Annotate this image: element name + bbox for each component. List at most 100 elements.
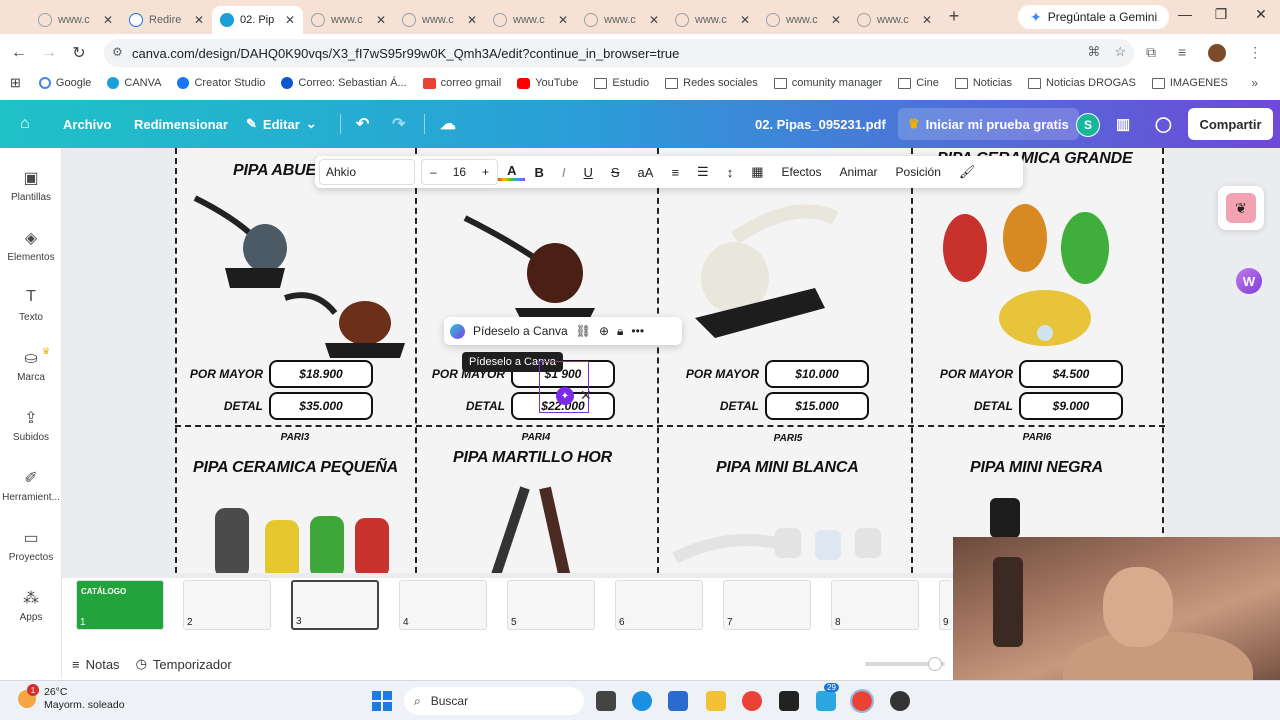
- redo-icon[interactable]: ↷: [392, 100, 405, 148]
- rail-marca[interactable]: ♛ ⛀ Marca: [0, 346, 62, 383]
- font-selector[interactable]: Ahkio: [319, 159, 415, 185]
- spacing-icon[interactable]: ↕: [718, 165, 743, 180]
- product-title[interactable]: PIPA MARTILLO HOR: [453, 449, 612, 467]
- italic-icon[interactable]: I: [553, 165, 575, 180]
- more-menu-icon[interactable]: ⋮: [1248, 44, 1262, 62]
- price-detal[interactable]: $15.000: [765, 392, 869, 420]
- forward-icon[interactable]: →: [34, 44, 64, 62]
- close-tab-icon[interactable]: ✕: [194, 13, 204, 27]
- capcut-icon[interactable]: [779, 691, 799, 711]
- profile-avatar[interactable]: [1208, 44, 1227, 62]
- close-tab-icon[interactable]: ✕: [285, 13, 295, 27]
- store-icon[interactable]: [668, 691, 688, 711]
- menu-redimensionar[interactable]: Redimensionar: [134, 100, 228, 148]
- new-tab-button[interactable]: +: [940, 6, 968, 34]
- close-tab-icon[interactable]: ✕: [103, 13, 113, 27]
- underline-icon[interactable]: U: [574, 165, 601, 180]
- close-window-icon[interactable]: ✕: [1238, 6, 1280, 23]
- close-tab-icon[interactable]: ✕: [740, 13, 750, 27]
- close-tab-icon[interactable]: ✕: [467, 13, 477, 27]
- bookmark-folder[interactable]: Noticias DROGAS: [1027, 77, 1136, 89]
- browser-tab-active[interactable]: 02. Pip ✕: [212, 6, 303, 34]
- bookmark-folder[interactable]: Estudio: [594, 77, 649, 89]
- more-options-icon[interactable]: •••: [631, 324, 644, 338]
- translate-icon[interactable]: ⌘: [1087, 44, 1100, 60]
- extensions-icon[interactable]: ⧉: [1146, 44, 1156, 62]
- font-size-value[interactable]: 16: [445, 165, 474, 179]
- share-button[interactable]: Compartir: [1188, 108, 1273, 140]
- price-detal[interactable]: $35.000: [269, 392, 373, 420]
- browser-tab[interactable]: www.c ✕: [394, 6, 485, 34]
- bookmark-youtube[interactable]: YouTube: [517, 77, 578, 89]
- close-tab-icon[interactable]: ✕: [649, 13, 659, 27]
- price-mayor[interactable]: $18.900: [269, 360, 373, 388]
- browser-tab[interactable]: www.c ✕: [667, 6, 758, 34]
- url-bar[interactable]: ⚙ canva.com/design/DAHQ0K90vqs/X3_fI7wS9…: [104, 39, 1134, 67]
- bookmark-google[interactable]: Google: [38, 77, 91, 89]
- notes-button[interactable]: ≡ Notas: [72, 657, 120, 672]
- gemini-button[interactable]: ✦ Pregúntale a Gemini: [1018, 5, 1170, 29]
- menu-editar[interactable]: ✎ Editar ⌄: [246, 100, 317, 148]
- home-icon[interactable]: ⌂: [20, 100, 30, 148]
- close-tab-icon[interactable]: ✕: [376, 13, 386, 27]
- rail-texto[interactable]: T Texto: [0, 288, 62, 323]
- strikethrough-icon[interactable]: S: [602, 165, 629, 180]
- undo-icon[interactable]: ↶: [356, 100, 369, 148]
- user-avatar[interactable]: S: [1076, 113, 1100, 137]
- apps-grid-icon[interactable]: ⊞: [10, 75, 21, 91]
- document-title[interactable]: 02. Pipas_095231.pdf: [755, 100, 886, 148]
- catalog-page[interactable]: PIPA ABUE PIPA CERAMICA GRANDE POR MAYOR…: [175, 148, 1165, 573]
- price-detal[interactable]: $9.000: [1019, 392, 1123, 420]
- align-icon[interactable]: ≡: [662, 165, 688, 180]
- browser-tab[interactable]: www.c ✕: [485, 6, 576, 34]
- more-bookmarks-icon[interactable]: »: [1251, 76, 1258, 90]
- link-icon[interactable]: ⛓: [576, 324, 591, 338]
- font-size-increase[interactable]: +: [474, 165, 497, 179]
- close-tab-icon[interactable]: ✕: [831, 13, 841, 27]
- page-thumbnail[interactable]: 4: [399, 580, 487, 630]
- copy-style-icon[interactable]: 🖌: [950, 164, 985, 180]
- page-thumbnail[interactable]: 8: [831, 580, 919, 630]
- bookmark-canva[interactable]: CANVA: [107, 77, 161, 89]
- edge-icon[interactable]: [632, 691, 652, 711]
- insights-icon[interactable]: ▥: [1116, 100, 1130, 148]
- animate-button[interactable]: Animar: [831, 165, 887, 179]
- browser-tab[interactable]: www.c ✕: [849, 6, 940, 34]
- bookmark-correo[interactable]: Correo: Sebastian Á...: [281, 77, 407, 89]
- ask-canva-button[interactable]: Pídeselo a Canva: [473, 324, 568, 338]
- page-thumbnail[interactable]: 7: [723, 580, 811, 630]
- weather-widget[interactable]: 1 26°C Mayorm. soleado: [18, 684, 125, 712]
- assistant-icon[interactable]: W: [1236, 268, 1262, 294]
- rail-herramientas[interactable]: ✐ Herramient...: [0, 468, 62, 503]
- reading-list-icon[interactable]: ≡: [1178, 44, 1186, 62]
- task-view-icon[interactable]: [596, 691, 616, 711]
- chrome-active-icon[interactable]: [850, 689, 874, 713]
- effects-button[interactable]: Efectos: [772, 165, 830, 179]
- taskbar-search[interactable]: ⌕ Buscar: [404, 687, 584, 715]
- close-tab-icon[interactable]: ✕: [922, 13, 932, 27]
- page-thumbnail[interactable]: 6: [615, 580, 703, 630]
- rail-subidos[interactable]: ⇪ Subidos: [0, 408, 62, 443]
- file-explorer-icon[interactable]: [706, 691, 726, 711]
- bookmark-folder[interactable]: Cine: [898, 77, 939, 89]
- bookmark-star-icon[interactable]: ☆: [1114, 44, 1126, 60]
- bookmark-folder[interactable]: comunity manager: [773, 77, 882, 89]
- comment-icon[interactable]: ◯: [1155, 100, 1172, 148]
- bookmark-folder[interactable]: IMAGENES: [1151, 77, 1228, 89]
- page-thumbnail[interactable]: CATÁLOGO 1: [76, 580, 164, 630]
- rail-elementos[interactable]: ◈ Elementos: [0, 228, 62, 263]
- price-mayor[interactable]: $10.000: [765, 360, 869, 388]
- rail-apps[interactable]: ⁂ Apps: [0, 588, 62, 623]
- bookmark-gmail[interactable]: correo gmail: [422, 77, 501, 89]
- magic-sparkle-icon[interactable]: ✦: [556, 387, 574, 405]
- add-comment-icon[interactable]: ⊕: [599, 324, 609, 338]
- transparency-icon[interactable]: ▦: [742, 164, 772, 180]
- zoom-slider-handle[interactable]: [928, 657, 942, 671]
- font-size-decrease[interactable]: –: [422, 165, 445, 179]
- page-thumbnail[interactable]: 9: [939, 580, 952, 630]
- close-selection-icon[interactable]: ✕: [580, 387, 592, 404]
- browser-tab[interactable]: www.c ✕: [758, 6, 849, 34]
- reload-icon[interactable]: ↻: [64, 43, 94, 63]
- telegram-icon[interactable]: 29: [816, 683, 839, 711]
- timer-button[interactable]: ◷ Temporizador: [136, 656, 232, 672]
